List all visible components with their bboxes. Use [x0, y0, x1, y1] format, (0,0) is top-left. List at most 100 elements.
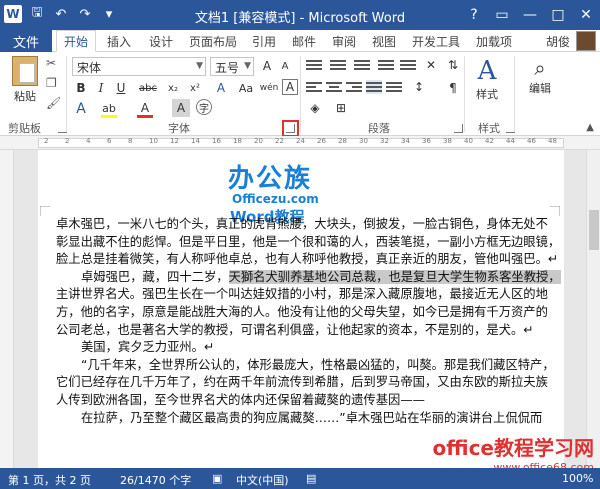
enclose-characters-button[interactable]: 字	[196, 99, 212, 115]
ruler-tick-label: 36	[422, 137, 431, 145]
language-status[interactable]: 中文(中国)	[236, 472, 289, 488]
phonetic-guide-button[interactable]: wén	[260, 79, 279, 97]
ruler-tick-label: 48	[548, 137, 557, 145]
word-count[interactable]: 26/1470 个字	[120, 472, 191, 488]
change-case-button[interactable]: Aa	[234, 79, 258, 97]
ruler-tick-label: 10	[149, 137, 158, 145]
avatar[interactable]	[576, 31, 596, 51]
ruler-tick-label: 22	[275, 137, 284, 145]
increase-indent-icon[interactable]	[400, 58, 416, 72]
chinese-layout-icon[interactable]: ✕	[422, 56, 440, 74]
multilevel-list-icon[interactable]	[354, 58, 370, 72]
maximize-button[interactable]: □	[544, 0, 572, 30]
crop-mark-icon	[550, 206, 560, 216]
group-label-font: 字体	[168, 122, 190, 135]
vertical-ruler[interactable]	[0, 150, 14, 468]
ruler-tick-label: 2	[44, 137, 49, 145]
justify-icon[interactable]	[366, 80, 382, 94]
tab-references[interactable]: 引用	[246, 30, 282, 52]
title-bar: W 🖫 ↶ ↷ ▾ 文档1 [兼容模式] - Microsoft Word ? …	[0, 0, 600, 30]
ruler-tick-label: 34	[401, 137, 410, 145]
italic-button[interactable]: I	[92, 79, 110, 97]
document-area: 办公族 Officezu.com Word教程 卓木强巴，一米八七的个头，真正的…	[0, 150, 600, 468]
superscript-button[interactable]: x²	[186, 79, 204, 97]
ruler-tick-label: 32	[380, 137, 389, 145]
show-formatting-icon[interactable]: ¶	[444, 79, 462, 97]
font-name-select[interactable]: 宋体 ▼	[72, 57, 206, 76]
styles-label: 样式	[476, 88, 498, 101]
group-label-clipboard: 剪贴板	[8, 122, 41, 135]
page-count[interactable]: 第 1 页，共 2 页	[8, 472, 91, 488]
tab-addins[interactable]: 加载项	[470, 30, 518, 52]
align-center-icon[interactable]	[326, 80, 342, 94]
paragraph-line: 彰显出藏不住的彪悍。但是平日里，他是一个很和蔼的人，西装笔挺，一副小方框无边眼镜…	[56, 234, 561, 249]
format-painter-icon[interactable]: 🖌	[46, 96, 61, 110]
ribbon-display-button[interactable]: ▭	[488, 0, 516, 30]
decrease-indent-icon[interactable]	[378, 58, 394, 72]
tab-page-layout[interactable]: 页面布局	[184, 30, 242, 52]
tab-view[interactable]: 视图	[366, 30, 402, 52]
ribbon: 粘贴 ✂ ❐ 🖌 剪贴板 宋体 ▼ 五号 ▼ A A B I U abc x₂ …	[0, 52, 600, 137]
line-spacing-icon[interactable]: ↕	[410, 78, 428, 96]
text-effects-button[interactable]: A	[212, 79, 230, 97]
tab-file[interactable]: 文件	[0, 30, 52, 52]
ruler-tick-label: 2	[65, 137, 70, 145]
shrink-font-button[interactable]: A	[276, 57, 294, 75]
cut-icon[interactable]: ✂	[46, 56, 56, 70]
shading-icon[interactable]: ◈	[306, 99, 324, 117]
tab-review[interactable]: 审阅	[326, 30, 362, 52]
character-shading-button[interactable]: A	[172, 99, 190, 117]
ruler-tick-label: 28	[338, 137, 347, 145]
ruler-tick-label: 42	[485, 137, 494, 145]
scrollbar-thumb[interactable]	[589, 210, 599, 250]
strikethrough-button[interactable]: abc	[136, 79, 160, 97]
copy-icon[interactable]: ❐	[46, 76, 57, 90]
text-effect-icon[interactable]: A	[72, 100, 90, 118]
editing-button[interactable]: ⌕ 编辑	[520, 56, 560, 96]
ruler-tick-label: 30	[359, 137, 368, 145]
font-dialog-launcher-icon[interactable]	[282, 120, 299, 137]
tab-design[interactable]: 设计	[142, 30, 180, 52]
tab-mailings[interactable]: 邮件	[286, 30, 322, 52]
numbering-icon[interactable]	[330, 58, 346, 72]
document-page[interactable]: 办公族 Officezu.com Word教程 卓木强巴，一米八七的个头，真正的…	[38, 150, 564, 468]
grow-font-button[interactable]: A	[258, 57, 276, 75]
watermark-title: office教程学习网	[432, 436, 594, 460]
minimize-button[interactable]: —	[516, 0, 544, 30]
close-button[interactable]: ✕	[572, 0, 600, 30]
paragraph-line: 方，他的名字，原意是能战胜大海的人。他没有让他的父母失望，如今已是拥有千万资产的	[56, 304, 548, 319]
paragraph-line: 美国，宾夕乏力亚州。↵	[81, 340, 215, 355]
styles-button[interactable]: A 样式	[470, 56, 504, 102]
document-body[interactable]: 卓木强巴，一米八七的个头，真正的虎背熊腰，大块头，倒披发，一脸古铜色，身体无处不…	[56, 216, 561, 427]
text-run: 卓姆强巴，藏，四十二岁，	[81, 269, 229, 284]
character-border-button[interactable]: A	[282, 79, 298, 95]
paragraph-line: 在拉萨，乃至整个藏区最高贵的狗应属藏獒……”卓木强巴站在华丽的演讲台上侃侃而	[81, 410, 543, 425]
ruler-tick-label: 14	[191, 137, 200, 145]
paste-button[interactable]: 粘贴	[8, 56, 42, 103]
subscript-button[interactable]: x₂	[164, 79, 182, 97]
sort-icon[interactable]: ⇅	[444, 56, 462, 74]
tab-home[interactable]: 开始	[56, 30, 96, 52]
distributed-icon[interactable]	[386, 80, 402, 94]
align-left-icon[interactable]	[306, 80, 322, 94]
bullets-icon[interactable]	[306, 58, 322, 72]
crop-mark-icon	[40, 206, 50, 216]
borders-icon[interactable]: ⊞	[332, 99, 350, 117]
user-name[interactable]: 胡俊	[546, 33, 570, 50]
vertical-scrollbar[interactable]	[586, 150, 600, 468]
paragraph-line: 公司老总，也是著名大学的教授，可谓名利俱盛，让他起家的资本，不是别的，是犬。↵	[56, 322, 534, 337]
tab-developer[interactable]: 开发工具	[406, 30, 466, 52]
paragraph-launcher-icon[interactable]	[454, 124, 463, 133]
font-size-select[interactable]: 五号 ▼	[210, 57, 254, 76]
proofing-icon[interactable]: ▣	[212, 472, 222, 485]
tab-insert[interactable]: 插入	[100, 30, 138, 52]
macro-icon[interactable]: ▤	[306, 472, 316, 485]
zoom-level[interactable]: 100%	[562, 472, 593, 485]
horizontal-ruler[interactable]: 2 2 4 6 8 10 12 14 16 18 20 22 24 26 28 30 32 34 36 38 40 42 4…	[0, 136, 600, 150]
align-right-icon[interactable]	[346, 80, 362, 94]
help-button[interactable]: ?	[460, 0, 488, 30]
collapse-ribbon-icon[interactable]: ▲	[586, 122, 594, 133]
underline-button[interactable]: U	[112, 79, 130, 97]
paragraph-line: 脸上总是挂着微笑，有人称呼他卓总，也有人称呼他教授，真正亲近的朋友，管他叫强巴。…	[56, 252, 559, 267]
bold-button[interactable]: B	[72, 79, 90, 97]
